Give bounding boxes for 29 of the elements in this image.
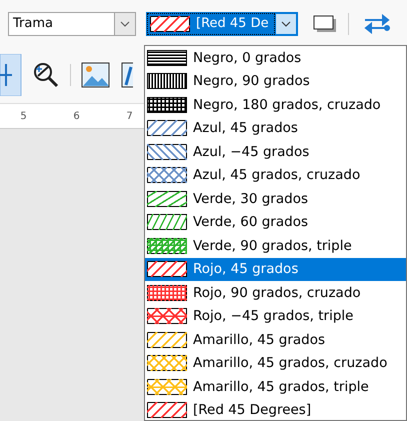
hatch-option[interactable]: Verde, 60 grados <box>145 210 406 234</box>
hatch-option[interactable]: Rojo, 45 grados <box>145 258 406 281</box>
hatch-option[interactable]: Verde, 90 grados, triple <box>145 234 406 258</box>
hatch-option[interactable]: Amarillo, 45 grados <box>145 328 406 352</box>
ruler-number: 6 <box>72 110 81 122</box>
hatch-option[interactable]: Azul, 45 grados <box>145 116 406 140</box>
hatch-option[interactable]: Negro, 180 grados, cruzado <box>145 93 406 116</box>
hatch-option[interactable]: [Red 45 Degrees] <box>145 398 406 420</box>
shadow-icon[interactable] <box>312 14 338 34</box>
hatch-option[interactable]: Amarillo, 45 grados, triple <box>145 375 406 398</box>
zoom-icon[interactable] <box>32 61 60 89</box>
fill-type-dropdown[interactable]: Trama <box>8 12 136 36</box>
image-icon[interactable] <box>81 61 111 89</box>
hatch-option[interactable]: Rojo, 90 grados, cruzado <box>145 281 406 304</box>
swap-arrows-icon[interactable] <box>363 14 391 34</box>
hatch-option[interactable]: Azul, −45 grados <box>145 140 406 164</box>
ruler-number: 7 <box>125 110 134 122</box>
crosshair-icon[interactable] <box>0 54 22 96</box>
hatch-dropdown[interactable]: [Red 45 De <box>146 12 298 36</box>
chevron-down-icon <box>281 20 291 26</box>
hatch-option[interactable]: Amarillo, 45 grados, cruzado <box>145 352 406 375</box>
fontwork-icon[interactable] <box>121 61 133 89</box>
hatch-option[interactable]: Rojo, −45 grados, triple <box>145 304 406 328</box>
hatch-option[interactable]: Negro, 0 grados <box>145 46 406 70</box>
hatch-option[interactable]: Negro, 90 grados <box>145 70 406 93</box>
ruler-number: 5 <box>19 110 28 122</box>
hatch-option[interactable]: Verde, 30 grados <box>145 187 406 210</box>
chevron-down-icon <box>120 20 130 26</box>
hatch-option[interactable]: Azul, 45 grados, cruzado <box>145 164 406 187</box>
